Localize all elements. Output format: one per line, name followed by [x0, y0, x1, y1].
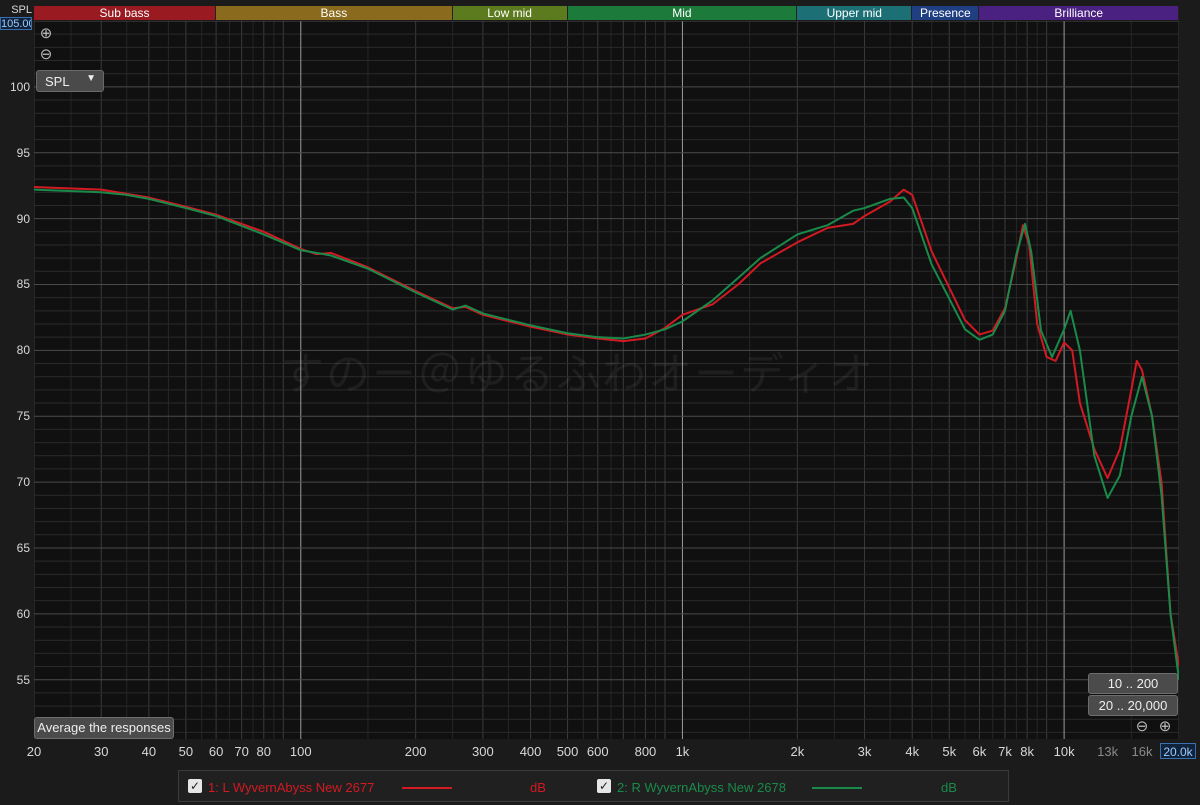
series-1-checkbox[interactable]: ✓ — [188, 779, 202, 793]
x-tick-label: 40 — [141, 744, 157, 759]
series-2-line — [34, 188, 1179, 680]
y-zoom-out-icon[interactable]: ⊖ — [38, 47, 54, 63]
x-tick-label: 600 — [586, 744, 609, 759]
band-sub-bass: Sub bass — [34, 6, 217, 20]
series-1-line — [34, 186, 1179, 667]
y-max-input[interactable]: 105.00 — [0, 17, 32, 30]
x-tick-label: 20 — [26, 744, 42, 759]
x-tick-label: 60 — [208, 744, 224, 759]
x-tick-label: 3k — [857, 744, 872, 759]
x-max-input[interactable]: 20.0k — [1160, 743, 1196, 759]
y-tick-label: 80 — [16, 343, 30, 358]
series-2-unit: dB — [941, 780, 957, 795]
y-tick-label: 65 — [16, 540, 30, 555]
band-low-mid: Low mid — [452, 6, 568, 20]
spl-dropdown-value: SPL — [45, 74, 70, 89]
series-1-swatch — [402, 787, 452, 789]
x-tick-label: 400 — [519, 744, 542, 759]
legend-panel: ✓ 1: L WyvernAbyss New 2677 dB ✓ 2: R Wy… — [178, 770, 1009, 802]
x-tick-label: 13k — [1097, 744, 1119, 759]
spl-dropdown[interactable]: SPL ▼ — [36, 70, 104, 92]
series-2-checkbox[interactable]: ✓ — [597, 779, 611, 793]
series-1-unit: dB — [530, 780, 546, 795]
average-responses-button[interactable]: Average the responses — [34, 717, 174, 739]
x-tick-label: 16k — [1131, 744, 1153, 759]
y-tick-label: 90 — [16, 211, 30, 226]
x-tick-label: 8k — [1020, 744, 1034, 759]
y-axis-title: SPL — [11, 4, 32, 16]
x-tick-label: 5k — [942, 744, 957, 759]
y-zoom-in-icon[interactable]: ⊕ — [38, 26, 54, 42]
watermark-text: すのー＠ゆるふわオーディオ — [280, 350, 875, 399]
x-tick-label: 100 — [289, 744, 312, 759]
frequency-band-bar: Sub bass Bass Low mid Mid Upper mid Presence B… — [34, 6, 1179, 20]
y-tick-label: 95 — [16, 145, 30, 160]
y-tick-label: 75 — [16, 409, 30, 424]
x-tick-label: 50 — [178, 744, 194, 759]
range-20-20000-button[interactable]: 20 .. 20,000 — [1088, 695, 1178, 716]
x-tick-label: 70 — [234, 744, 249, 759]
band-upper-mid: Upper mid — [797, 6, 913, 20]
series-2-swatch — [812, 787, 862, 789]
series-2-name: 2: R WyvernAbyss New 2678 — [617, 780, 786, 795]
y-tick-label: 70 — [16, 475, 30, 490]
x-zoom-out-icon[interactable]: ⊖ — [1134, 719, 1150, 735]
x-tick-label: 500 — [556, 744, 579, 759]
series-1-name: 1: L WyvernAbyss New 2677 — [208, 780, 375, 795]
x-tick-label: 6k — [972, 744, 987, 759]
band-brilliance: Brilliance — [979, 6, 1179, 20]
x-tick-label: 80 — [256, 744, 272, 759]
y-tick-label: 85 — [16, 277, 30, 292]
x-tick-label: 7k — [998, 744, 1012, 759]
y-tick-label: 55 — [16, 672, 30, 687]
x-tick-label: 200 — [404, 744, 427, 759]
band-mid: Mid — [567, 6, 798, 20]
band-bass: Bass — [216, 6, 453, 20]
x-tick-label: 30 — [93, 744, 109, 759]
x-tick-label: 1k — [675, 744, 690, 759]
chevron-down-icon: ▼ — [86, 73, 96, 84]
x-tick-label: 4k — [905, 744, 920, 759]
band-presence: Presence — [912, 6, 980, 20]
x-tick-label: 800 — [634, 744, 657, 759]
x-tick-label: 300 — [472, 744, 494, 759]
x-tick-label: 2k — [790, 744, 805, 759]
x-zoom-in-icon[interactable]: ⊕ — [1157, 719, 1173, 735]
x-tick-label: 10k — [1053, 744, 1075, 759]
y-tick-label: 100 — [9, 79, 30, 94]
range-10-200-button[interactable]: 10 .. 200 — [1088, 673, 1178, 694]
y-tick-label: 60 — [16, 606, 30, 621]
